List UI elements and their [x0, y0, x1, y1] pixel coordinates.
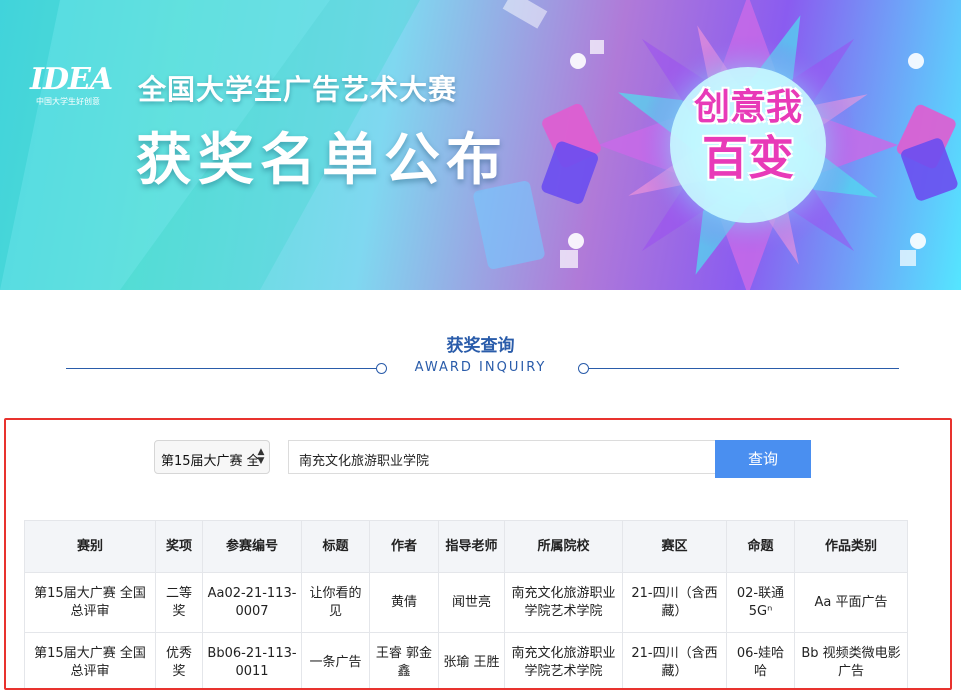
- competition-select-value: 第15届大广赛 全: [161, 454, 260, 469]
- cell-entry-id: Bb06-21-113-0011: [202, 632, 302, 688]
- divider-dot-left: [376, 363, 387, 374]
- logo-tagline: 中国大学生好创意: [36, 97, 100, 106]
- table-row: 第15届大广赛 全国总评审 二等奖 Aa02-21-113-0007 让你看的见…: [24, 572, 908, 633]
- cell-title: 一条广告: [301, 632, 370, 688]
- col-header-school: 所属院校: [504, 520, 623, 573]
- cell-topic: 02-联通5Gⁿ: [726, 572, 795, 633]
- col-header-topic: 命题: [726, 520, 795, 573]
- cell-category: 第15届大广赛 全国总评审: [24, 632, 156, 688]
- award-query-panel: 第15届大广赛 全 ▲ ▼ 南充文化旅游职业学院 查询 赛别 奖项 参赛编号 标题…: [4, 418, 952, 690]
- divider-dot-right: [578, 363, 589, 374]
- cell-award: 二等奖: [155, 572, 203, 633]
- col-header-author: 作者: [369, 520, 439, 573]
- cell-title: 让你看的见: [301, 572, 370, 633]
- cell-school: 南充文化旅游职业学院艺术学院: [504, 572, 623, 633]
- cell-advisor: 张瑜 王胜: [438, 632, 505, 688]
- cell-author: 王睿 郭金鑫: [369, 632, 439, 688]
- col-header-region: 赛区: [622, 520, 727, 573]
- cell-region: 21-四川（含西藏）: [622, 572, 727, 633]
- cell-advisor: 闻世亮: [438, 572, 505, 633]
- col-header-title: 标题: [301, 520, 370, 573]
- banner-title-competition: 全国大学生广告艺术大赛: [138, 73, 458, 106]
- badge-line-1: 创意我: [693, 87, 802, 128]
- divider-left: [66, 368, 376, 369]
- badge-line-2: 百变: [702, 131, 794, 185]
- divider-right: [589, 368, 899, 369]
- cell-category: 第15届大广赛 全国总评审: [24, 572, 156, 633]
- cell-entry-id: Aa02-21-113-0007: [202, 572, 302, 633]
- award-results-table: 赛别 奖项 参赛编号 标题 作者 指导老师 所属院校 赛区 命题 作品类别 第1…: [24, 520, 908, 688]
- query-button[interactable]: 查询: [715, 440, 811, 478]
- col-header-advisor: 指导老师: [438, 520, 505, 573]
- school-search-input[interactable]: 南充文化旅游职业学院: [288, 440, 718, 474]
- competition-select[interactable]: 第15届大广赛 全 ▲ ▼: [154, 440, 270, 474]
- col-header-entry-id: 参赛编号: [202, 520, 302, 573]
- cell-author: 黄倩: [369, 572, 439, 633]
- cell-award: 优秀奖: [155, 632, 203, 688]
- table-header-row: 赛别 奖项 参赛编号 标题 作者 指导老师 所属院校 赛区 命题 作品类别: [24, 520, 908, 573]
- cell-region: 21-四川（含西藏）: [622, 632, 727, 688]
- idea-logo: IDEA 中国大学生好创意: [30, 50, 125, 110]
- select-arrows-icon: ▲ ▼: [257, 447, 265, 466]
- cell-school: 南充文化旅游职业学院艺术学院: [504, 632, 623, 688]
- creative-badge: 创意我 百变: [672, 86, 824, 198]
- col-header-award: 奖项: [155, 520, 203, 573]
- col-header-category: 赛别: [24, 520, 156, 573]
- cell-work-type: Aa 平面广告: [794, 572, 908, 633]
- section-title: 获奖查询: [446, 336, 515, 356]
- banner-title-announcement: 获奖名单公布: [136, 128, 508, 193]
- logo-wordmark: IDEA: [30, 62, 113, 97]
- cell-work-type: Bb 视频类微电影广告: [794, 632, 908, 688]
- table-row: 第15届大广赛 全国总评审 优秀奖 Bb06-21-113-0011 一条广告 …: [24, 632, 908, 688]
- col-header-work-type: 作品类别: [794, 520, 908, 573]
- hero-banner: IDEA 中国大学生好创意 全国大学生广告艺术大赛 获奖名单公布 创意我 百变: [0, 0, 961, 290]
- cell-topic: 06-娃哈哈: [726, 632, 795, 688]
